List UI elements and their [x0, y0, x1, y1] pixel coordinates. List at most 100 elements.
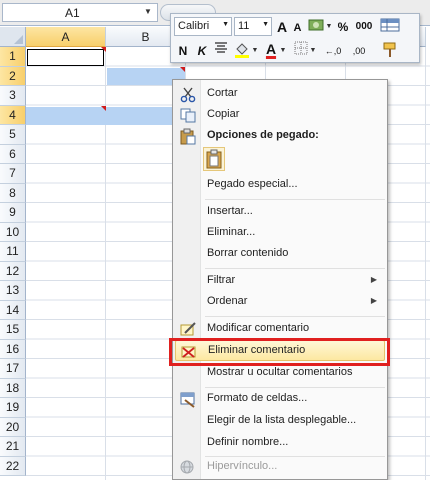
- shrink-font-button[interactable]: A: [291, 18, 304, 38]
- menu-item-edit-comment[interactable]: Modificar comentario: [175, 319, 385, 340]
- format-cells-icon: [180, 392, 195, 408]
- row-header[interactable]: 10: [0, 222, 26, 242]
- edit-comment-icon: [180, 322, 196, 336]
- menu-item-label: Pegado especial...: [207, 178, 298, 190]
- row-header[interactable]: 19: [0, 398, 26, 418]
- row-header[interactable]: 17: [0, 359, 26, 379]
- format-painter-button[interactable]: [381, 41, 399, 61]
- accounting-icon: [308, 19, 324, 31]
- row-header[interactable]: 16: [0, 339, 26, 359]
- row-header[interactable]: 13: [0, 281, 26, 301]
- menu-item-define-name[interactable]: Definir nombre...: [175, 433, 385, 454]
- row-header[interactable]: 20: [0, 417, 26, 437]
- center-align-button[interactable]: [213, 41, 229, 61]
- font-size-value: 11: [238, 20, 250, 32]
- font-color-button[interactable]: A: [263, 39, 279, 59]
- menu-item-pick-from-list[interactable]: Elegir de la lista desplegable...: [175, 411, 385, 432]
- menu-item-label: Ordenar: [207, 295, 248, 307]
- comma-style-button[interactable]: 000: [353, 17, 375, 37]
- paste-icon: [180, 128, 196, 145]
- font-color-icon: A: [265, 41, 277, 57]
- row-header[interactable]: 11: [0, 242, 26, 262]
- column-header-a[interactable]: A: [26, 27, 106, 47]
- menu-header-label: Opciones de pegado:: [207, 129, 319, 141]
- menu-separator: [205, 316, 385, 317]
- percent-style-button[interactable]: %: [335, 17, 351, 37]
- row-header[interactable]: 1: [0, 47, 26, 67]
- copy-icon: [180, 108, 196, 123]
- select-all-corner[interactable]: [0, 27, 26, 47]
- chevron-down-icon: ▼: [262, 21, 269, 28]
- menu-item-filter[interactable]: Filtrar ▶: [175, 271, 385, 292]
- row-header[interactable]: 2: [0, 66, 26, 86]
- increase-decimal-button[interactable]: ←,0: [321, 41, 345, 61]
- row-header[interactable]: 9: [0, 203, 26, 223]
- paint-bucket-icon: [235, 43, 249, 58]
- row-header[interactable]: 22: [0, 456, 26, 476]
- menu-item-insert[interactable]: Insertar...: [175, 202, 385, 223]
- chevron-down-icon: ▼: [222, 21, 229, 28]
- comment-indicator-icon: [180, 67, 185, 72]
- paste-option-button[interactable]: [203, 147, 225, 171]
- menu-item-format-cells[interactable]: Formato de celdas...: [175, 389, 385, 410]
- menu-separator: [205, 199, 385, 200]
- percent-icon: %: [337, 20, 349, 34]
- menu-item-delete[interactable]: Eliminar...: [175, 223, 385, 244]
- menu-item-copy[interactable]: Copiar: [175, 105, 385, 126]
- font-name-combo[interactable]: Calibri ▼: [174, 17, 232, 36]
- menu-item-label: Definir nombre...: [207, 436, 289, 448]
- name-box-dropdown-icon[interactable]: ▼: [144, 7, 152, 16]
- submenu-arrow-icon: ▶: [370, 296, 377, 305]
- row-header[interactable]: 15: [0, 320, 26, 340]
- menu-item-cut[interactable]: Cortar: [175, 84, 385, 105]
- row-header[interactable]: 8: [0, 183, 26, 203]
- row-header[interactable]: 12: [0, 261, 26, 281]
- menu-item-label: Copiar: [207, 108, 240, 120]
- borders-button[interactable]: [293, 41, 309, 61]
- comment-indicator-icon: [101, 47, 106, 52]
- menu-item-label: Elegir de la lista desplegable...: [207, 414, 357, 426]
- row-header[interactable]: 3: [0, 86, 26, 106]
- bold-button[interactable]: N: [176, 41, 190, 61]
- chevron-down-icon[interactable]: ▼: [251, 41, 259, 61]
- row-header[interactable]: 5: [0, 125, 26, 145]
- borders-icon: [294, 41, 308, 55]
- row-header[interactable]: 18: [0, 378, 26, 398]
- row-headers: 1 2 3 4 5 6 7 8 9 10 11 12 13 14 15 16 1…: [0, 47, 26, 476]
- row-header[interactable]: 7: [0, 164, 26, 184]
- fill-color-button[interactable]: [233, 41, 251, 61]
- menu-item-label: Insertar...: [207, 205, 253, 217]
- submenu-arrow-icon: ▶: [370, 275, 377, 284]
- menu-item-show-hide-comments[interactable]: Mostrar u ocultar comentarios: [175, 363, 385, 384]
- menu-separator: [205, 387, 385, 388]
- menu-item-sort[interactable]: Ordenar ▶: [175, 292, 385, 313]
- menu-item-label: Hipervínculo...: [207, 460, 278, 472]
- thousands-icon: 000: [355, 21, 373, 32]
- mini-toolbar: Calibri ▼ 11 ▼ A A ▼ % 000 N K ▼ A ▼ ▼ ←…: [170, 13, 420, 63]
- format-table-button[interactable]: [379, 17, 401, 37]
- paste-clipboard-icon: [206, 149, 222, 169]
- row-header[interactable]: 6: [0, 144, 26, 164]
- active-cell-a1[interactable]: [27, 49, 104, 66]
- grow-font-button[interactable]: A: [275, 17, 289, 37]
- italic-button[interactable]: K: [195, 41, 209, 61]
- format-painter-icon: [383, 42, 396, 57]
- decrease-decimal-button[interactable]: ,00: [347, 41, 371, 61]
- menu-item-hyperlink: Hipervínculo...: [175, 457, 385, 478]
- menu-item-clear-contents[interactable]: Borrar contenido: [175, 244, 385, 265]
- accounting-format-button[interactable]: [307, 17, 325, 37]
- chevron-down-icon[interactable]: ▼: [279, 41, 287, 61]
- row-header[interactable]: 4: [0, 105, 26, 125]
- chevron-down-icon[interactable]: ▼: [309, 41, 317, 61]
- row-header[interactable]: 21: [0, 437, 26, 457]
- font-size-combo[interactable]: 11 ▼: [234, 17, 272, 36]
- chevron-down-icon[interactable]: ▼: [325, 17, 333, 37]
- menu-item-label: Borrar contenido: [207, 247, 289, 259]
- menu-header-paste-options: Opciones de pegado:: [175, 126, 385, 147]
- name-box[interactable]: A1 ▼: [2, 3, 158, 22]
- menu-item-paste-special[interactable]: Pegado especial...: [175, 175, 385, 196]
- row-header[interactable]: 14: [0, 300, 26, 320]
- decrease-decimal-icon: ,00: [352, 46, 366, 56]
- table-format-icon: [380, 18, 400, 32]
- context-menu: Cortar Copiar Opciones de pegado: Pegado…: [172, 79, 388, 480]
